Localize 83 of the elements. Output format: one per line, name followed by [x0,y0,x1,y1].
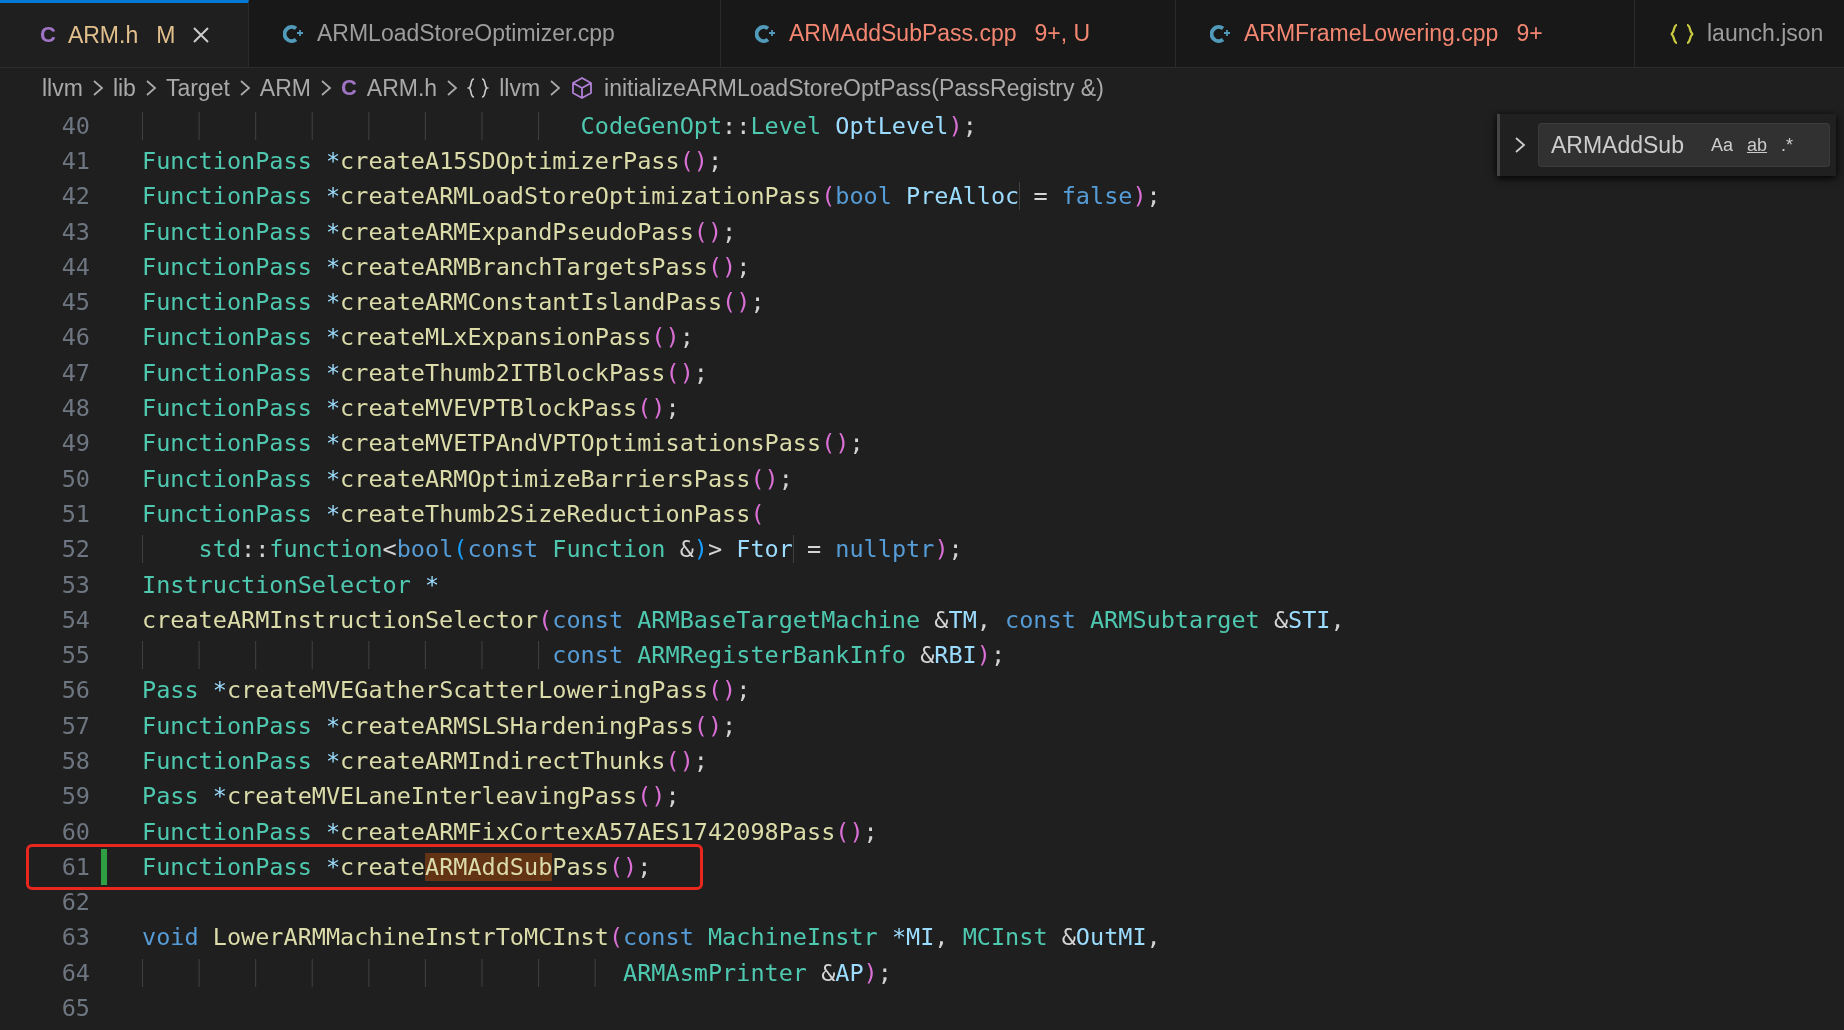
line-number: 55 [60,641,90,670]
line-number: 47 [60,358,90,387]
code-line: FunctionPass *createARMAddSubPass(); [142,852,652,881]
code-line: const ARMRegisterBankInfo &RBI); [142,641,1006,670]
code-line: void LowerARMMachineInstrToMCInst(const MachineInstr *MI, MCInst &OutMI, [142,923,1161,952]
line-number: 42 [60,182,90,211]
breadcrumb-item[interactable]: ARM [259,74,311,102]
code-line: FunctionPass *createARMOptimizeBarriersPass(); [142,464,793,493]
match-case-toggle[interactable]: Aa [1707,131,1738,159]
line-number: 41 [60,146,90,175]
line-number: 53 [60,570,90,599]
line-number: 57 [60,711,90,740]
tab-label: ARM.h [67,21,139,49]
line-number: 43 [60,217,90,246]
line-number: 46 [60,323,90,352]
line-number: 59 [60,782,90,811]
code-line: FunctionPass *createThumb2ITBlockPass(); [142,358,708,387]
line-number: 50 [60,464,90,493]
line-number: 45 [60,288,90,317]
line-number: 44 [60,252,90,281]
code-line: FunctionPass *createARMLoadStoreOptimizationPass(bool PreAlloc = false); [142,182,1161,211]
line-number: 49 [60,429,90,458]
editor-tab[interactable]: ARMLoadStoreOptimizer.cpp [249,0,721,67]
code-line: InstructionSelector * [142,570,440,599]
cube-icon [570,76,595,100]
tab-label: ARMAddSubPass.cpp [789,20,1017,47]
breadcrumb-item[interactable]: ARM.h [366,74,438,102]
code-line: FunctionPass *createARMBranchTargetsPass(); [142,252,751,281]
code-line: FunctionPass *createA15SDOptimizerPass(); [142,146,723,175]
braces-icon [467,77,490,99]
regex-toggle[interactable]: .* [1777,131,1798,159]
code-line: FunctionPass *createMVEVPTBlockPass(); [142,394,680,422]
chevron-right-icon [445,78,460,98]
git-status-label: M [156,21,176,49]
cpp-file-icon [283,23,305,44]
line-number: 63 [60,923,90,952]
whole-word-toggle[interactable]: ab [1743,131,1772,159]
line-number: 52 [60,535,90,564]
breadcrumb-item[interactable]: Target [165,74,230,102]
tab-label: ARMFrameLowering.cpp [1244,20,1499,47]
file-type-label: C [40,22,56,48]
chevron-right-icon [548,78,563,98]
close-icon[interactable] [191,25,212,45]
code-line: FunctionPass *createARMIndirectThunks(); [142,747,708,775]
cpp-file-icon [1210,23,1232,44]
line-number: 51 [60,499,90,528]
braces-icon [1669,22,1695,45]
code-line: FunctionPass *createARMExpandPseudoPass(); [142,217,737,246]
editor-tab[interactable]: ARMFrameLowering.cpp 9+ [1176,0,1635,67]
code-line: FunctionPass *createARMConstantIslandPass(); [142,288,765,317]
line-number: 64 [60,958,90,987]
code-line: FunctionPass *createThumb2SizeReductionPass( [142,499,765,528]
code-line: Pass *createMVELaneInterleavingPass(); [142,782,680,811]
line-number: 48 [60,394,90,422]
line-number: 40 [60,111,90,140]
editor-tab[interactable]: ARMAddSubPass.cpp 9+, U [721,0,1176,67]
code-line: FunctionPass *createARMFixCortexA57AES1742098Pass(); [142,817,878,846]
file-type-label: C [340,75,357,101]
line-number: 54 [60,605,90,634]
line-number: 61 [60,852,90,881]
code-line: createARMInstructionSelector(const ARMBaseTargetMachine &TM, const ARMSubtarget &STI, [142,605,1345,634]
editor-tab[interactable]: launch.json [1635,0,1844,67]
cpp-file-icon [755,23,777,44]
breadcrumb-item[interactable]: lib [112,74,136,102]
find-field[interactable]: ARMAddSub Aa ab .* [1538,123,1830,167]
git-status-label: 9+ [1516,20,1543,47]
tab-label: launch.json [1707,20,1824,47]
line-number: 60 [60,817,90,846]
line-number: 56 [60,676,90,705]
code-line: std::function<bool(const Function &)> Ftor = nullptr); [142,535,963,564]
git-status-label: 9+, U [1034,20,1091,47]
code-line: FunctionPass *createMVETPAndVPTOptimisationsPass(); [142,429,864,458]
line-number: 58 [60,747,90,775]
code-line: FunctionPass *createARMSLSHardeningPass(); [142,711,737,740]
breadcrumb-item[interactable]: llvm [42,74,83,102]
breadcrumb-item[interactable]: initializeARMLoadStoreOptPass(PassRegistry &) [604,74,1104,102]
line-number: 65 [60,994,90,1023]
code-line: FunctionPass *createMLxExpansionPass(); [142,323,694,352]
editor-tab[interactable]: C ARM.h M [0,0,249,67]
breadcrumb-item[interactable]: llvm [499,74,541,102]
tab-label: ARMLoadStoreOptimizer.cpp [317,20,615,47]
code-line: Pass *createMVEGatherScatterLoweringPass(); [142,676,751,705]
line-number: 62 [60,888,90,917]
